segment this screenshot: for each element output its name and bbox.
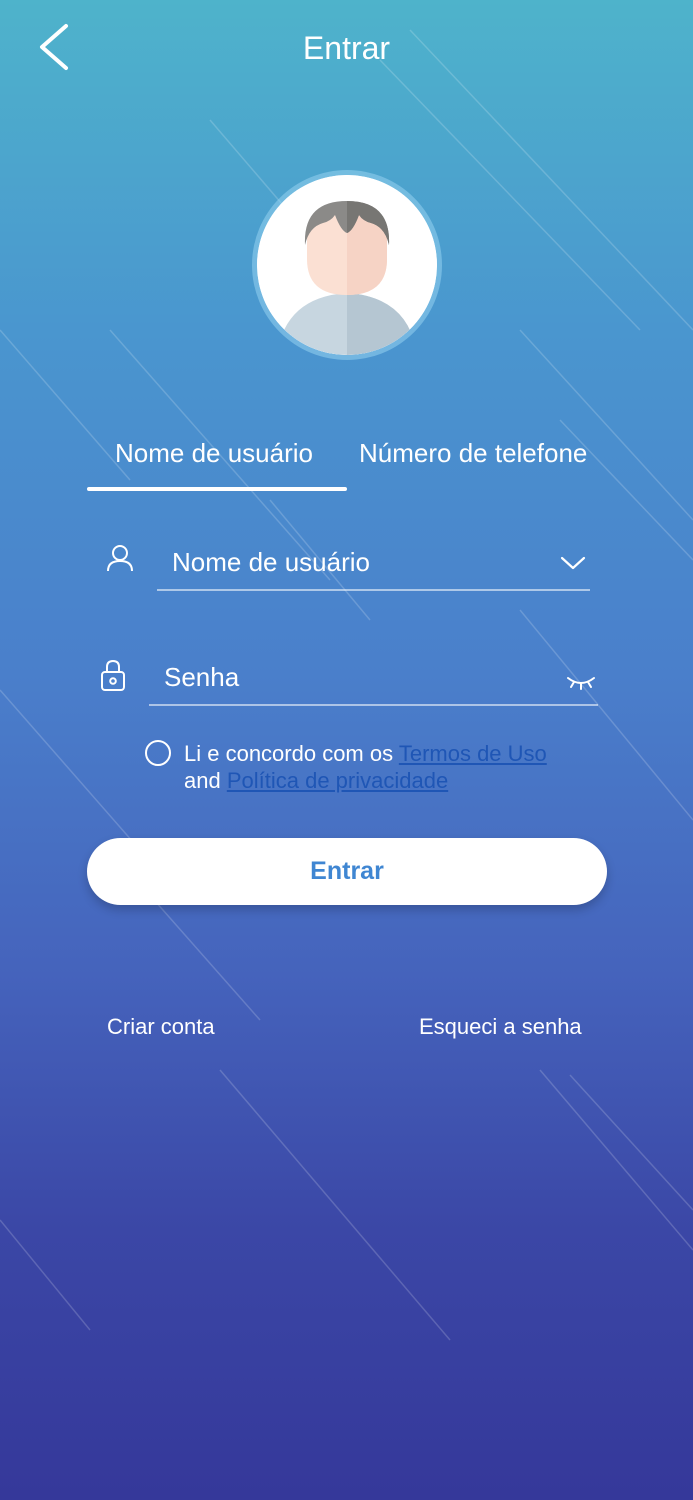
privacy-policy-link[interactable]: Política de privacidade [227, 768, 448, 793]
username-input[interactable] [157, 535, 590, 591]
login-method-tabs: Nome de usuário Número de telefone [87, 430, 607, 492]
user-avatar-illustration [257, 175, 437, 355]
avatar [252, 170, 442, 360]
password-field [98, 650, 598, 710]
tab-phone-number[interactable]: Número de telefone [359, 438, 587, 469]
agreement-and: and [184, 768, 227, 793]
create-account-link[interactable]: Criar conta [107, 1014, 215, 1040]
active-tab-indicator [87, 487, 347, 491]
lock-icon [98, 658, 128, 697]
forgot-password-link[interactable]: Esqueci a senha [419, 1014, 582, 1040]
user-icon [105, 543, 135, 578]
tab-username[interactable]: Nome de usuário [115, 438, 313, 469]
page-title: Entrar [302, 30, 391, 66]
chevron-down-icon[interactable] [560, 555, 586, 576]
terms-of-use-link[interactable]: Termos de Uso [399, 741, 547, 766]
agreement-text: Li e concordo com os Termos de Uso and P… [184, 740, 624, 794]
agreement-prefix: Li e concordo com os [184, 741, 399, 766]
header: Entrar [0, 0, 693, 100]
eye-closed-icon[interactable] [566, 674, 596, 697]
login-button[interactable]: Entrar [87, 838, 607, 905]
password-input[interactable] [149, 650, 598, 706]
agree-checkbox[interactable] [145, 740, 171, 766]
username-field [105, 535, 590, 595]
